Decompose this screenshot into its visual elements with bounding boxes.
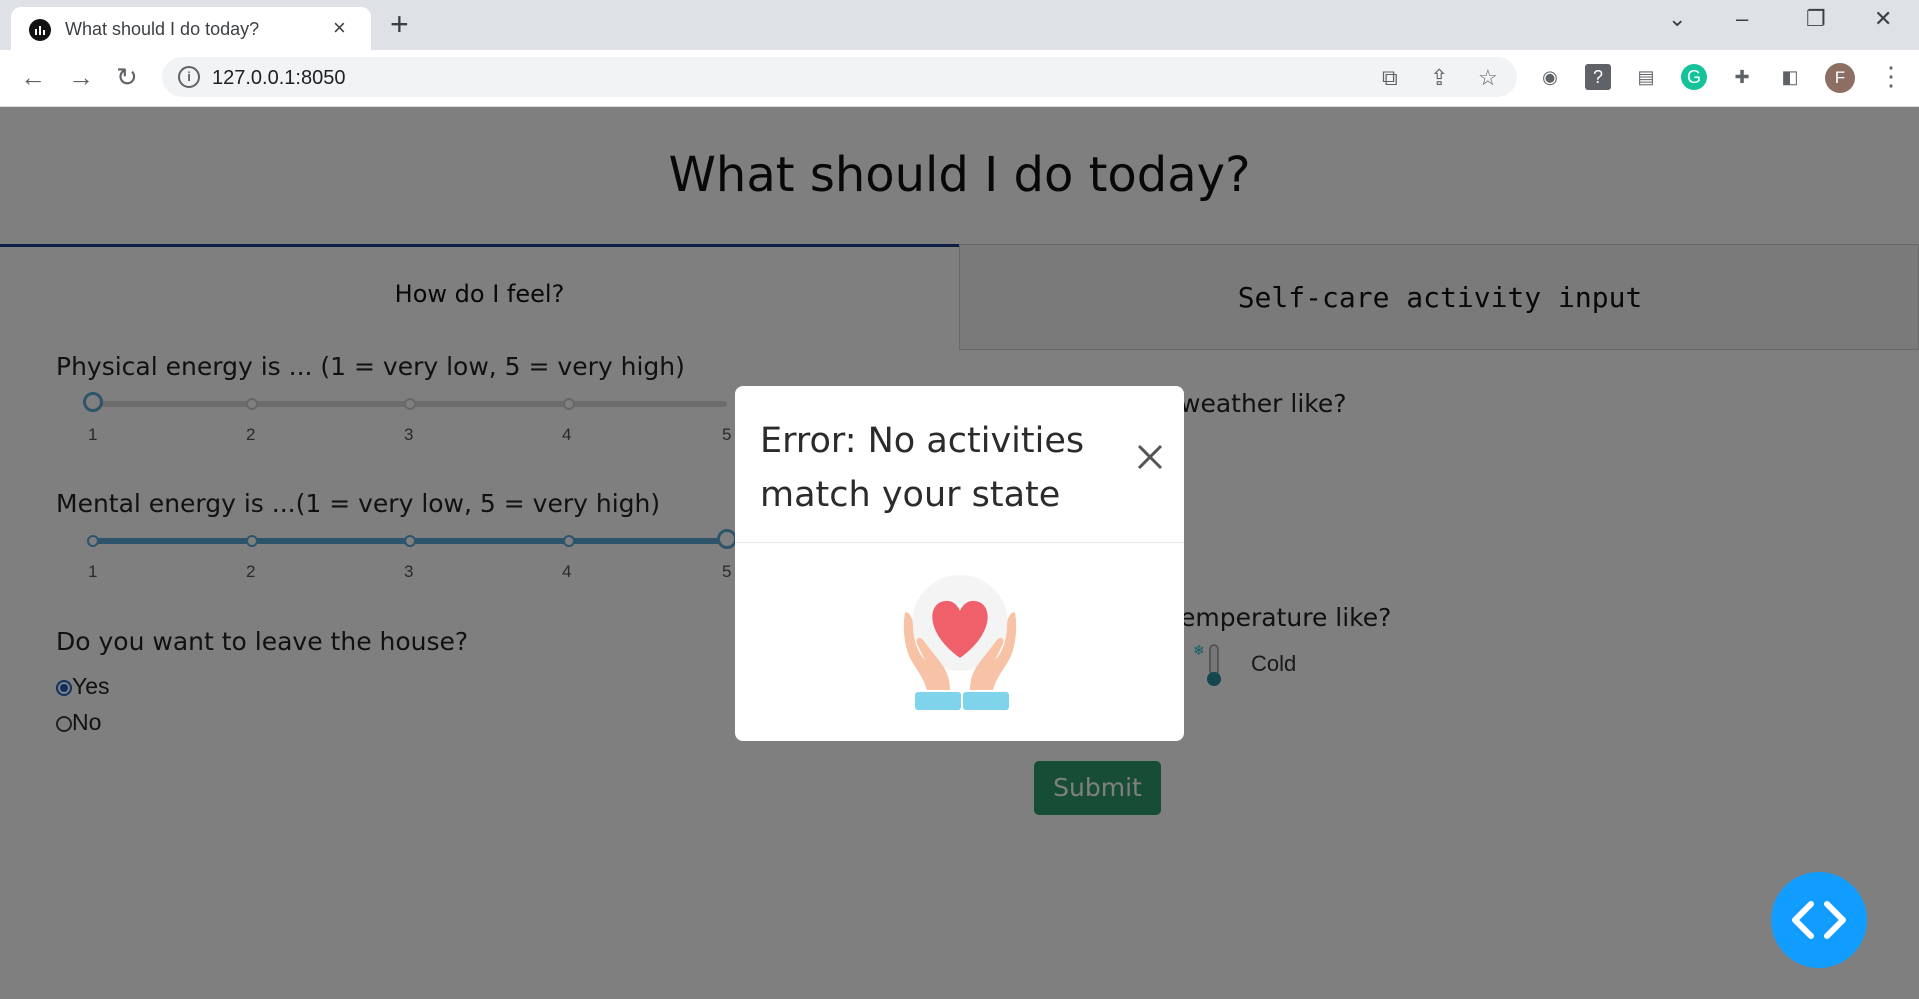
modal-title: Error: No activities match your state xyxy=(760,421,1085,515)
restore-icon[interactable]: ❐ xyxy=(1806,6,1826,32)
browser-toolbar: ← → ↻ i 127.0.0.1:8050 ⧉ ⇪ ☆ ◉ ? ▤ G ✚ ◧… xyxy=(0,50,1919,107)
reload-icon[interactable]: ↻ xyxy=(116,62,138,93)
extension-doc-icon[interactable]: ▤ xyxy=(1633,64,1659,90)
hands-holding-heart-icon xyxy=(903,575,1017,710)
debug-menu-button[interactable] xyxy=(1771,872,1867,968)
tab-close-icon[interactable]: × xyxy=(333,15,346,41)
translate-icon[interactable]: ⧉ xyxy=(1382,65,1398,91)
extensions-puzzle-icon[interactable]: ✚ xyxy=(1729,64,1755,90)
side-panel-icon[interactable]: ◧ xyxy=(1777,64,1803,90)
grammarly-icon[interactable]: G xyxy=(1681,64,1707,90)
share-icon[interactable]: ⇪ xyxy=(1430,65,1448,91)
new-tab-button[interactable]: + xyxy=(390,6,409,43)
extension-help-icon[interactable]: ? xyxy=(1585,64,1611,90)
close-icon[interactable] xyxy=(1134,441,1166,473)
address-bar[interactable]: i 127.0.0.1:8050 ⧉ ⇪ ☆ xyxy=(162,57,1517,97)
profile-avatar[interactable]: F xyxy=(1825,63,1855,93)
tab-title: What should I do today? xyxy=(65,19,260,39)
tab-search-chevron-icon[interactable]: ⌄ xyxy=(1668,6,1686,32)
minimize-icon[interactable]: – xyxy=(1736,6,1748,32)
forward-icon[interactable]: → xyxy=(68,62,94,93)
extension-circle-icon[interactable]: ◉ xyxy=(1537,64,1563,90)
browser-tabstrip: What should I do today? × + ⌄ – ❐ ✕ xyxy=(0,0,1919,50)
url-text: 127.0.0.1:8050 xyxy=(212,67,346,89)
code-chevrons-icon xyxy=(1792,901,1846,939)
site-info-icon[interactable]: i xyxy=(178,66,200,88)
modal-header: Error: No activities match your state xyxy=(735,386,1184,543)
dash-favicon-icon xyxy=(29,19,51,41)
close-window-icon[interactable]: ✕ xyxy=(1874,6,1892,32)
browser-tab[interactable]: What should I do today? × xyxy=(11,7,371,50)
back-icon[interactable]: ← xyxy=(20,62,46,93)
browser-menu-icon[interactable]: ⋮ xyxy=(1878,61,1904,92)
bookmark-star-icon[interactable]: ☆ xyxy=(1478,65,1498,91)
modal-body xyxy=(735,543,1184,741)
error-modal: Error: No activities match your state xyxy=(735,386,1184,741)
